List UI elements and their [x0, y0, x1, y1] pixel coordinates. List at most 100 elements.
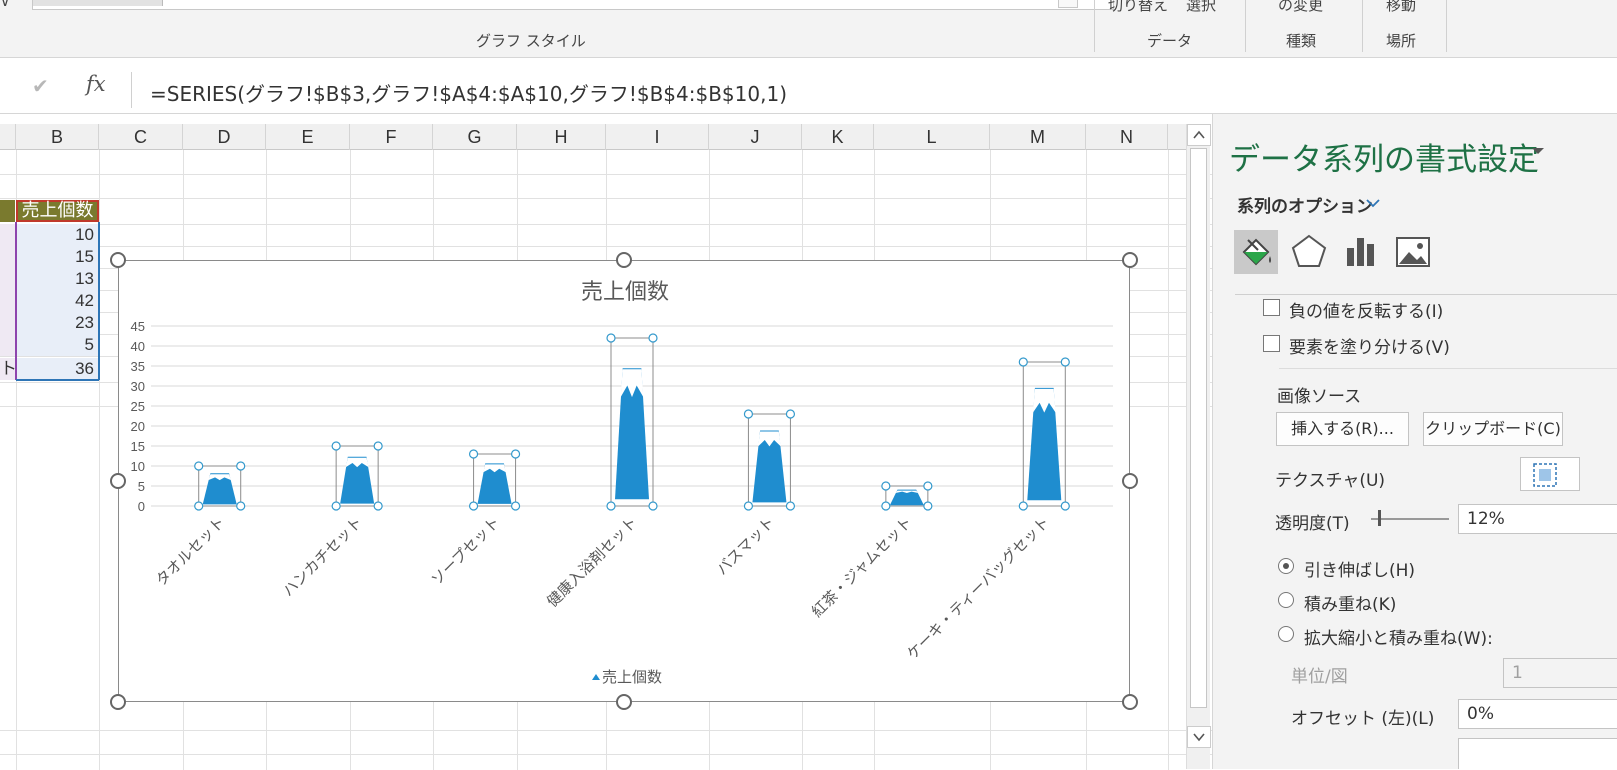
transparency-input[interactable]: 12%	[1458, 504, 1617, 534]
offset-right-input-partial[interactable]	[1458, 738, 1617, 769]
cell-b5[interactable]: 15	[17, 246, 98, 268]
bar-handle	[1018, 501, 1028, 511]
invert-negative-checkbox[interactable]	[1263, 299, 1280, 316]
column-header-i[interactable]: I	[606, 124, 709, 150]
bar-handle	[468, 501, 479, 511]
column-header-a-fragment[interactable]	[0, 124, 16, 150]
bar-handle	[194, 461, 204, 471]
column-header-m[interactable]: M	[990, 124, 1086, 150]
picture-tab[interactable]	[1391, 230, 1435, 274]
insert-function-icon[interactable]: fx	[86, 72, 106, 96]
move-chart-button[interactable]: 移動	[1386, 0, 1416, 15]
y-tick-label: 25	[131, 399, 145, 414]
enter-check-icon[interactable]: ✔	[32, 74, 49, 98]
stretch-radio[interactable]	[1278, 558, 1294, 574]
bar-handle	[373, 441, 383, 451]
pane-options-dropdown-icon[interactable]	[1531, 146, 1545, 156]
cell-b9[interactable]: 5	[17, 334, 98, 356]
resize-handle-right[interactable]	[1122, 473, 1138, 489]
bar-handle	[373, 501, 383, 511]
paint-bucket-icon	[1242, 238, 1271, 266]
fill-line-tab[interactable]	[1234, 230, 1278, 274]
chart-style-gallery[interactable]	[32, 0, 1114, 10]
chart-style-thumb[interactable]	[33, 0, 163, 6]
cell-a4[interactable]	[0, 224, 15, 246]
scroll-thumb[interactable]	[1190, 148, 1207, 708]
resize-handle-bottom-left[interactable]	[110, 694, 126, 710]
resize-handle-bottom-right[interactable]	[1122, 694, 1138, 710]
transparency-slider-thumb[interactable]	[1378, 510, 1381, 526]
stack-scale-radio[interactable]	[1278, 626, 1294, 642]
column-header-l[interactable]: L	[874, 124, 990, 150]
select-data-button[interactable]: 選択	[1186, 0, 1216, 15]
y-tick-label: 45	[131, 319, 145, 334]
texture-label: テクスチャ(U)	[1275, 471, 1386, 491]
bar-handle	[236, 461, 246, 471]
series-options-label[interactable]: 系列のオプション	[1237, 192, 1373, 217]
series-options-tab[interactable]	[1339, 230, 1383, 274]
formula-input[interactable]: =SERIES(グラフ!$B$3,グラフ!$A$4:$A$10,グラフ!$B$4…	[131, 72, 1617, 108]
offset-left-input[interactable]: 0%	[1458, 699, 1617, 729]
cell-b4[interactable]: 10	[17, 224, 98, 246]
cell-a10[interactable]: ト	[0, 358, 17, 380]
cell-a5[interactable]	[0, 246, 15, 268]
cell-b7[interactable]: 42	[17, 290, 98, 312]
texture-picker[interactable]	[1520, 457, 1580, 491]
y-tick-label: 35	[131, 359, 145, 374]
cell-a8[interactable]	[0, 312, 15, 334]
effects-tab[interactable]	[1287, 230, 1331, 274]
column-header-g[interactable]: G	[433, 124, 517, 150]
column-header-d[interactable]: D	[183, 124, 266, 150]
bar-handle	[331, 441, 341, 451]
cell-b6[interactable]: 13	[17, 268, 98, 290]
column-header-e[interactable]: E	[266, 124, 350, 150]
resize-handle-top-right[interactable]	[1122, 252, 1138, 268]
y-tick-label: 0	[138, 499, 145, 514]
column-header-f[interactable]: F	[350, 124, 433, 150]
ribbon-left-fragment: ∨	[0, 0, 11, 10]
vertical-scrollbar[interactable]	[1186, 124, 1211, 769]
column-header-c[interactable]: C	[99, 124, 183, 150]
scroll-down-button[interactable]	[1187, 726, 1211, 748]
resize-handle-bottom[interactable]	[616, 694, 632, 710]
invert-negative-label: 負の値を反転する(I)	[1289, 302, 1444, 322]
resize-handle-top-left[interactable]	[110, 252, 126, 268]
clipboard-button[interactable]: クリップボード(C)	[1423, 412, 1563, 446]
switch-row-column-button[interactable]: 切り替え	[1108, 0, 1168, 15]
gallery-more-button[interactable]	[1058, 0, 1078, 8]
scroll-up-button[interactable]	[1187, 124, 1211, 146]
vary-colors-checkbox[interactable]	[1263, 335, 1280, 352]
column-header-k[interactable]: K	[802, 124, 874, 150]
stack-radio[interactable]	[1278, 592, 1294, 608]
resize-handle-top[interactable]	[616, 252, 632, 268]
bar-handle	[648, 501, 658, 511]
cell-b3-header[interactable]: 売上個数	[16, 200, 99, 222]
cell-a3[interactable]	[0, 200, 15, 222]
ribbon: ∨ グラフ スタイル 切り替え 選択 データ の変更 種類 移動 場所	[0, 0, 1617, 58]
transparency-slider-track[interactable]	[1371, 518, 1449, 520]
resize-handle-left[interactable]	[110, 473, 126, 489]
bar-handle	[923, 481, 933, 491]
insert-picture-button[interactable]: 挿入する(R)...	[1276, 412, 1409, 446]
legend-marker	[592, 674, 600, 680]
pane-divider-2	[1279, 368, 1617, 369]
cell-b8[interactable]: 23	[17, 312, 98, 334]
bar-handle	[1060, 501, 1070, 511]
cell-b10[interactable]: 36	[17, 358, 98, 380]
cell-a9[interactable]	[0, 334, 15, 356]
cell-a6[interactable]	[0, 268, 15, 290]
column-header-j[interactable]: J	[709, 124, 802, 150]
units-per-picture-input[interactable]: 1	[1503, 658, 1617, 688]
chevron-down-icon[interactable]	[1365, 198, 1381, 208]
x-tick-label: ソープセット	[428, 513, 504, 589]
change-chart-type-button[interactable]: の変更	[1278, 0, 1323, 15]
column-header-h[interactable]: H	[517, 124, 606, 150]
column-header-b[interactable]: B	[16, 124, 99, 150]
stack-scale-label: 拡大縮小と積み重ね(W):	[1304, 629, 1493, 649]
chart-area[interactable]: 売上個数 0 5 10 15 20 25 30 35 40 45 タオルセット ハンカチセット ソープセッ…	[118, 260, 1130, 702]
cell-a7[interactable]	[0, 290, 15, 312]
bar-handle	[468, 449, 479, 459]
scroll-down-icon	[1193, 733, 1205, 742]
y-tick-label: 10	[131, 459, 145, 474]
column-header-n[interactable]: N	[1086, 124, 1168, 150]
